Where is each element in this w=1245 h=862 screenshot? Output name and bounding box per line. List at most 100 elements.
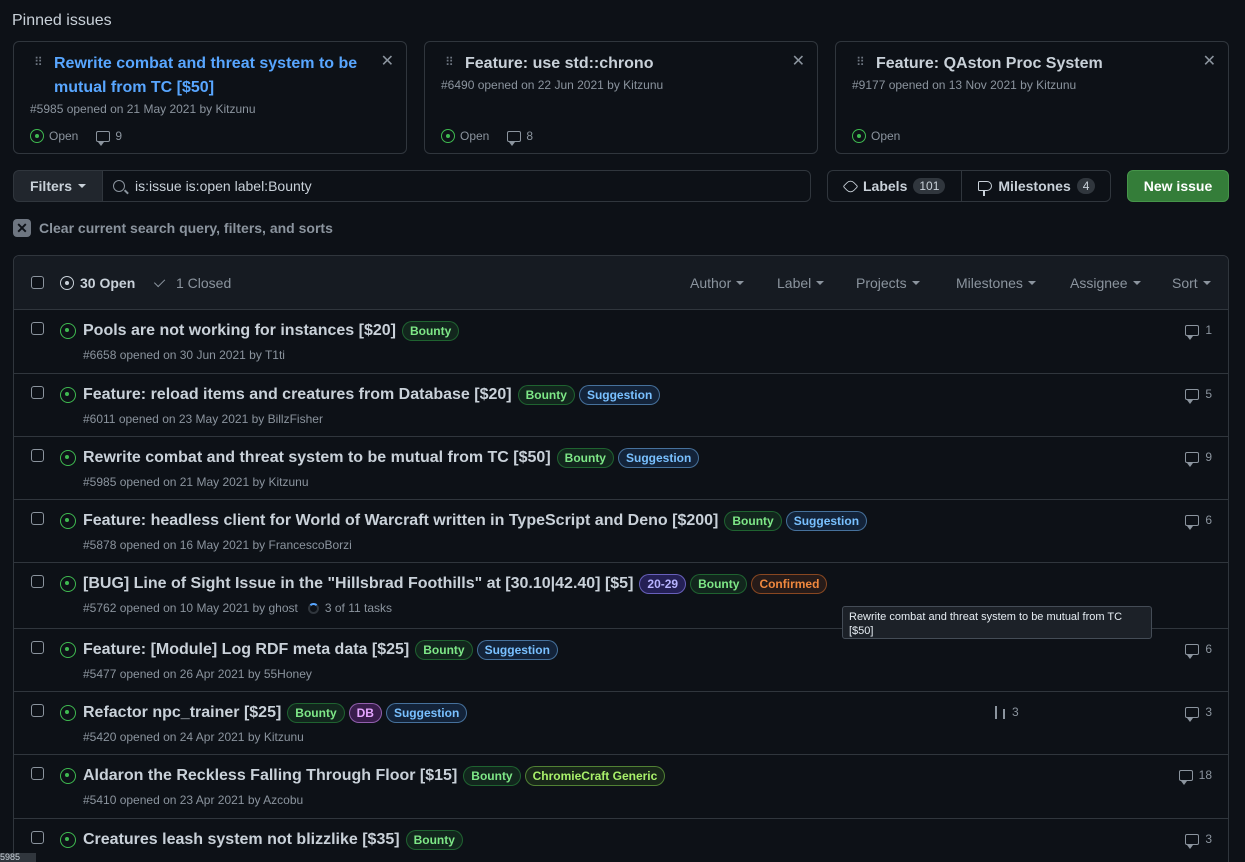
comments-link[interactable]: 6	[1185, 513, 1212, 530]
issue-row[interactable]: Feature: headless client for World of Wa…	[14, 500, 1228, 563]
clear-filters-link[interactable]: ✕ Clear current search query, filters, a…	[13, 219, 333, 237]
issue-open-icon	[60, 513, 76, 529]
search-box[interactable]	[102, 170, 811, 202]
issue-row[interactable]: Refactor npc_trainer [$25] Bounty DB Sug…	[14, 692, 1228, 755]
issue-row[interactable]: Rewrite combat and threat system to be m…	[14, 437, 1228, 500]
pinned-card[interactable]: ⠿ Rewrite combat and threat system to be…	[13, 41, 407, 154]
issue-checkbox[interactable]	[31, 831, 44, 844]
issue-row[interactable]: Feature: reload items and creatures from…	[14, 374, 1228, 437]
milestones-filter[interactable]: Milestones	[956, 275, 1036, 291]
label-suggestion[interactable]: Suggestion	[385, 703, 468, 723]
issue-title-link[interactable]: Aldaron the Reckless Falling Through Flo…	[83, 767, 457, 785]
label-bounty[interactable]: Bounty	[517, 385, 575, 405]
comments-link[interactable]: 5	[1185, 387, 1212, 404]
comment-count: 9	[1205, 450, 1212, 464]
assignee-filter[interactable]: Assignee	[1070, 275, 1141, 291]
select-all-checkbox[interactable]	[31, 276, 44, 289]
label-chromiecraft-generic[interactable]: ChromieCraft Generic	[524, 766, 666, 786]
pinned-issue-title[interactable]: Feature: use std::chrono	[465, 52, 777, 76]
comments-link[interactable]: 6	[1185, 642, 1212, 659]
pinned-issue-meta: #9177 opened on 13 Nov 2021 by Kitzunu	[852, 78, 1077, 92]
issue-title-link[interactable]: Refactor npc_trainer [$25]	[83, 704, 281, 722]
label-suggestion[interactable]: Suggestion	[785, 511, 868, 531]
milestones-filter-label: Milestones	[956, 275, 1023, 291]
label-bounty[interactable]: Bounty	[463, 766, 521, 786]
closed-issues-tab[interactable]: 1 Closed	[153, 275, 231, 291]
label-bounty[interactable]: Bounty	[287, 703, 345, 723]
comment-count: 6	[1205, 642, 1212, 656]
label-bounty[interactable]: Bounty	[401, 321, 460, 341]
issue-row[interactable]: Aldaron the Reckless Falling Through Flo…	[14, 755, 1228, 819]
issue-meta: #6658 opened on 30 Jun 2021 by T1ti	[83, 348, 285, 362]
labels-button[interactable]: Labels 101	[828, 171, 961, 201]
caret-down-icon	[816, 281, 825, 285]
issue-checkbox[interactable]	[31, 575, 44, 588]
comments-link[interactable]: 1	[1185, 323, 1212, 340]
label-filter[interactable]: Label	[777, 275, 825, 291]
milestones-label: Milestones	[998, 178, 1071, 194]
issue-checkbox[interactable]	[31, 767, 44, 780]
issue-checkbox[interactable]	[31, 386, 44, 399]
issue-checkbox[interactable]	[31, 641, 44, 654]
search-input[interactable]	[135, 178, 785, 194]
author-filter[interactable]: Author	[690, 275, 745, 291]
label-bounty[interactable]: Bounty	[415, 640, 473, 660]
comment-count: 3	[1205, 832, 1212, 846]
issue-meta: #5420 opened on 24 Apr 2021 by Kitzunu	[83, 730, 304, 744]
filters-dropdown-button[interactable]: Filters	[13, 170, 103, 202]
comments-link[interactable]: 3	[1185, 832, 1212, 849]
drag-grip-icon[interactable]: ⠿	[856, 56, 865, 72]
labels-milestones-group: Labels 101 Milestones 4	[827, 170, 1111, 202]
drag-grip-icon[interactable]: ⠿	[445, 56, 454, 72]
label-suggestion[interactable]: Suggestion	[578, 385, 661, 405]
unpin-close-icon[interactable]: ✕	[1203, 54, 1216, 70]
issue-title-link[interactable]: [BUG] Line of Sight Issue in the "Hillsb…	[83, 575, 633, 593]
sort-filter[interactable]: Sort	[1172, 275, 1211, 291]
issue-checkbox[interactable]	[31, 704, 44, 717]
projects-filter-label: Projects	[856, 275, 907, 291]
search-icon	[113, 180, 125, 192]
issue-state: Open	[49, 129, 79, 143]
linked-prs-link[interactable]: 3	[994, 705, 1019, 719]
projects-filter[interactable]: Projects	[856, 275, 920, 291]
issue-row[interactable]: Creatures leash system not blizzlike [$3…	[14, 819, 1228, 862]
label-bounty[interactable]: Bounty	[690, 574, 748, 594]
issue-meta: #6011 opened on 23 May 2021 by BillzFish…	[83, 412, 323, 426]
pinned-card[interactable]: ⠿ Feature: QAston Proc System ✕ #9177 op…	[835, 41, 1229, 154]
comments-link[interactable]: 18	[1178, 768, 1212, 785]
pinned-issues-heading: Pinned issues	[12, 12, 112, 29]
label-bounty[interactable]: Bounty	[556, 448, 614, 468]
caret-down-icon	[736, 281, 745, 285]
new-issue-button[interactable]: New issue	[1127, 170, 1229, 202]
issue-open-icon	[30, 129, 44, 143]
issue-checkbox[interactable]	[31, 449, 44, 462]
issue-title-link[interactable]: Rewrite combat and threat system to be m…	[83, 449, 551, 467]
label-bounty[interactable]: Bounty	[405, 830, 463, 850]
drag-grip-icon[interactable]: ⠿	[34, 56, 43, 72]
issue-title-link[interactable]: Pools are not working for instances [$20…	[83, 322, 396, 340]
label-confirmed[interactable]: Confirmed	[751, 574, 828, 594]
open-issues-tab[interactable]: 30 Open	[60, 275, 135, 291]
issue-title-link[interactable]: Creatures leash system not blizzlike [$3…	[83, 831, 400, 849]
pinned-issue-title[interactable]: Rewrite combat and threat system to be m…	[54, 52, 366, 100]
label-level-range[interactable]: 20-29	[639, 574, 687, 594]
pinned-issue-title[interactable]: Feature: QAston Proc System	[876, 52, 1188, 76]
label-db[interactable]: DB	[348, 703, 382, 723]
issue-row[interactable]: Pools are not working for instances [$20…	[14, 310, 1228, 374]
issue-checkbox[interactable]	[31, 512, 44, 525]
unpin-close-icon[interactable]: ✕	[381, 54, 394, 70]
milestones-button[interactable]: Milestones 4	[961, 171, 1111, 201]
issue-title-link[interactable]: Feature: headless client for World of Wa…	[83, 512, 718, 530]
label-suggestion[interactable]: Suggestion	[476, 640, 558, 660]
issues-list: 30 Open 1 Closed Author Label Projects M…	[13, 255, 1229, 862]
comments-link[interactable]: 3	[1185, 705, 1212, 722]
label-suggestion[interactable]: Suggestion	[617, 448, 700, 468]
issue-checkbox[interactable]	[31, 322, 44, 335]
issue-title-link[interactable]: Feature: [Module] Log RDF meta data [$25…	[83, 641, 409, 659]
issue-title-link[interactable]: Feature: reload items and creatures from…	[83, 386, 512, 404]
pinned-card[interactable]: ⠿ Feature: use std::chrono ✕ #6490 opene…	[424, 41, 818, 154]
unpin-close-icon[interactable]: ✕	[792, 54, 805, 70]
comments-link[interactable]: 9	[1185, 450, 1212, 467]
label-bounty[interactable]: Bounty	[724, 511, 782, 531]
label-filter-label: Label	[777, 275, 812, 291]
